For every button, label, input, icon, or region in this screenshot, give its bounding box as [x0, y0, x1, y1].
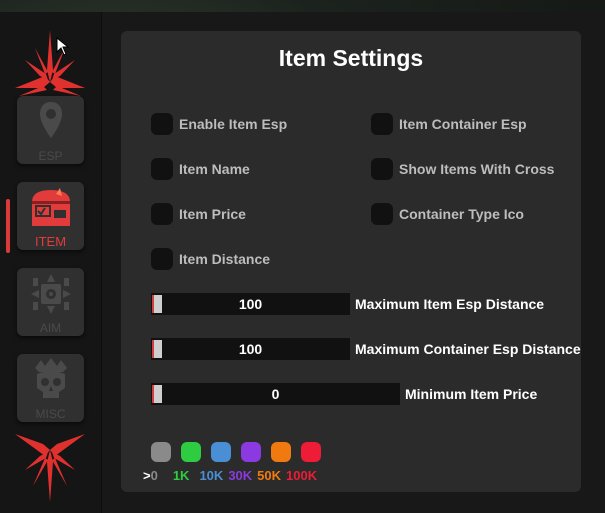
tier-10k-color-swatch[interactable] [211, 442, 231, 462]
option-item-container-esp[interactable]: Item Container Esp [371, 113, 527, 135]
tier-100k-color-swatch[interactable] [301, 442, 321, 462]
option-label: Show Items With Cross [399, 161, 555, 177]
option-item-name[interactable]: Item Name [151, 158, 250, 180]
show-items-with-cross-checkbox[interactable] [371, 158, 393, 180]
tier-0-prefix: > [143, 468, 151, 483]
item-container-esp-checkbox[interactable] [371, 113, 393, 135]
option-item-distance[interactable]: Item Distance [151, 248, 270, 270]
option-label: Enable Item Esp [179, 116, 288, 132]
nav-aim-button[interactable]: AIM [17, 268, 84, 336]
slider-value: 0 [271, 386, 280, 402]
nav-misc-button[interactable]: MISC [17, 354, 84, 422]
option-label: Item Distance [179, 251, 271, 267]
slider-label: Maximum Container Esp Distance [355, 341, 581, 357]
price-tier-swatches [151, 442, 331, 462]
slider-label: Maximum Item Esp Distance [355, 296, 545, 312]
tier-50k-color-swatch[interactable] [271, 442, 291, 462]
option-item-price[interactable]: Item Price [151, 203, 246, 225]
container-type-ico-checkbox[interactable] [371, 203, 393, 225]
mouse-cursor-icon [56, 37, 70, 56]
enable-item-esp-checkbox[interactable] [151, 113, 173, 135]
location-pin-icon [39, 102, 62, 138]
skull-icon [34, 358, 67, 398]
tier-50k-label: 50K [257, 468, 282, 483]
tier-10k-label: 10K [199, 468, 224, 483]
item-settings-panel: Item Settings Enable Item Esp Item Name … [121, 31, 581, 492]
nav-esp-button[interactable]: ESP [17, 96, 84, 164]
crosshair-icon [30, 274, 71, 314]
slider-label: Minimum Item Price [405, 386, 538, 402]
min-item-price-row: 0 Minimum Item Price [151, 383, 537, 405]
brand-logo-top-icon [15, 30, 85, 96]
treasure-chest-icon [31, 188, 70, 226]
tier-30k-label: 30K [228, 468, 253, 483]
max-container-esp-distance-row: 100 Maximum Container Esp Distance [151, 338, 581, 360]
option-show-items-with-cross[interactable]: Show Items With Cross [371, 158, 554, 180]
tier-1k-label: 1K [172, 468, 190, 483]
max-item-esp-distance-slider[interactable]: 100 [151, 293, 350, 315]
option-label: Item Price [179, 206, 246, 222]
max-container-esp-distance-slider[interactable]: 100 [151, 338, 350, 360]
nav-misc-label: MISC [35, 407, 66, 421]
item-distance-checkbox[interactable] [151, 248, 173, 270]
tier-30k-color-swatch[interactable] [241, 442, 261, 462]
item-price-checkbox[interactable] [151, 203, 173, 225]
tier-1k-color-swatch[interactable] [181, 442, 201, 462]
page-title: Item Settings [278, 45, 424, 71]
slider-value: 100 [238, 341, 263, 357]
nav-esp-label: ESP [38, 149, 63, 163]
nav-item-label: ITEM [34, 234, 67, 249]
active-indicator [6, 199, 10, 253]
price-tier-legend: > 0 1K 10K 30K 50K 100K [143, 468, 317, 483]
nav-aim-label: AIM [39, 321, 62, 335]
nav-item-button[interactable]: ITEM [17, 182, 84, 250]
tier-0-label: 0 [150, 468, 158, 483]
tier-100k-label: 100K [286, 468, 318, 483]
option-container-type-ico[interactable]: Container Type Ico [371, 203, 524, 225]
min-item-price-slider[interactable]: 0 [151, 383, 400, 405]
option-enable-item-esp[interactable]: Enable Item Esp [151, 113, 287, 135]
option-label: Item Container Esp [399, 116, 527, 132]
sidebar: ESP ITEM AIM MISC [0, 12, 102, 513]
option-label: Item Name [179, 161, 250, 177]
max-item-esp-distance-row: 100 Maximum Item Esp Distance [151, 293, 544, 315]
option-label: Container Type Ico [399, 206, 524, 222]
tier-0-color-swatch[interactable] [151, 442, 171, 462]
slider-value: 100 [238, 296, 263, 312]
item-name-checkbox[interactable] [151, 158, 173, 180]
brand-logo-bottom-icon [15, 434, 85, 502]
